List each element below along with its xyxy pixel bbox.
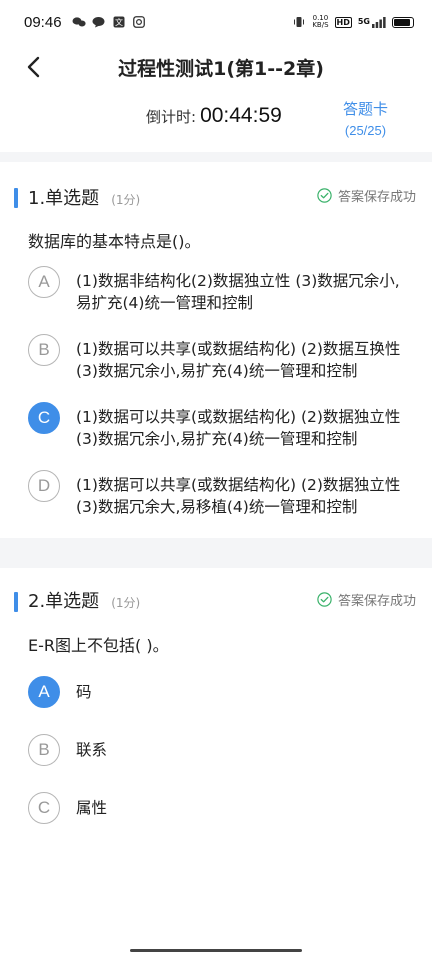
status-left: 09:46 文 bbox=[24, 14, 146, 31]
save-status: 答案保存成功 bbox=[317, 186, 416, 205]
save-status-text: 答案保存成功 bbox=[337, 594, 416, 609]
question-score: (1分) bbox=[111, 192, 141, 207]
chevron-left-icon bbox=[27, 56, 40, 78]
option-b[interactable]: B 联系 bbox=[28, 734, 412, 766]
question-stem: E-R图上不包括( )。 bbox=[28, 636, 169, 655]
status-bar: 09:46 文 0.10 KB/S HD 5G bbox=[0, 0, 432, 44]
question-card: 1.单选题 (1分) 答案保存成功 数据库的基本特点是()。 A (1)数据非结… bbox=[0, 162, 432, 518]
timer-label: 倒计时: bbox=[146, 108, 197, 126]
check-circle-icon bbox=[317, 188, 332, 203]
option-b[interactable]: B (1)数据可以共享(或数据结构化) (2)数据互换性(3)数据冗余小,易扩充… bbox=[28, 334, 412, 382]
question-number-type: 1.单选题 bbox=[28, 188, 100, 209]
save-status: 答案保存成功 bbox=[317, 590, 416, 609]
option-c[interactable]: C (1)数据可以共享(或数据结构化) (2)数据独立性 (3)数据冗余小,易扩… bbox=[28, 402, 412, 450]
timer-value: 00:44:59 bbox=[200, 104, 282, 127]
answer-card-button[interactable]: 答题卡 (25/25) bbox=[343, 98, 388, 138]
chat-bubbles-icon bbox=[72, 16, 86, 28]
signal-icon: 5G bbox=[357, 16, 386, 28]
option-list: A (1)数据非结构化(2)数据独立性 (3)数据冗余小,易扩充(4)统一管理和… bbox=[0, 252, 432, 518]
page-title: 过程性测试1(第1--2章) bbox=[118, 57, 324, 80]
network-speed: 0.10 KB/S bbox=[312, 15, 328, 29]
home-indicator[interactable] bbox=[130, 949, 302, 952]
answer-card-label: 答题卡 bbox=[342, 100, 388, 118]
status-time: 09:46 bbox=[24, 13, 62, 31]
network-speed-unit: KB/S bbox=[312, 21, 329, 29]
option-letter: D bbox=[28, 470, 60, 502]
timer-row: 倒计时: 00:44:59 答题卡 (25/25) bbox=[0, 90, 432, 152]
check-circle-icon bbox=[317, 592, 332, 607]
option-letter-selected: A bbox=[28, 676, 60, 708]
option-letter: B bbox=[28, 334, 60, 366]
section-divider bbox=[0, 152, 432, 162]
camera-app-icon bbox=[132, 16, 146, 28]
option-a[interactable]: A (1)数据非结构化(2)数据独立性 (3)数据冗余小,易扩充(4)统一管理和… bbox=[28, 266, 412, 314]
option-letter: B bbox=[28, 734, 60, 766]
option-text: (1)数据可以共享(或数据结构化) (2)数据独立性(3)数据冗余大,易移植(4… bbox=[76, 476, 401, 516]
question-number-type: 2.单选题 bbox=[28, 591, 100, 612]
option-text: (1)数据可以共享(或数据结构化) (2)数据独立性 (3)数据冗余小,易扩充(… bbox=[76, 408, 401, 448]
option-letter: C bbox=[28, 792, 60, 824]
option-letter-selected: C bbox=[28, 402, 60, 434]
option-d[interactable]: D (1)数据可以共享(或数据结构化) (2)数据独立性(3)数据冗余大,易移植… bbox=[28, 470, 412, 518]
question-card: 2.单选题 (1分) 答案保存成功 E-R图上不包括( )。 A 码 B 联系 … bbox=[0, 568, 432, 824]
option-text: 码 bbox=[76, 683, 92, 701]
svg-text:文: 文 bbox=[115, 17, 123, 27]
option-c[interactable]: C 属性 bbox=[28, 792, 412, 824]
countdown-timer: 倒计时: 00:44:59 bbox=[146, 104, 282, 128]
option-text: 属性 bbox=[76, 799, 108, 817]
app-notification-icon: 文 bbox=[112, 16, 126, 28]
battery-icon bbox=[392, 16, 414, 28]
question-accent-bar bbox=[14, 188, 18, 208]
question-header: 2.单选题 (1分) 答案保存成功 bbox=[0, 568, 432, 632]
section-divider bbox=[0, 538, 432, 568]
status-right: 0.10 KB/S HD 5G bbox=[292, 15, 414, 29]
message-icon bbox=[92, 16, 106, 28]
answer-card-progress: (25/25) bbox=[344, 123, 387, 138]
option-letter: A bbox=[28, 266, 60, 298]
option-list: A 码 B 联系 C 属性 bbox=[0, 656, 432, 824]
option-text: 联系 bbox=[76, 741, 108, 759]
option-text: (1)数据非结构化(2)数据独立性 (3)数据冗余小,易扩充(4)统一管理和控制 bbox=[76, 272, 400, 312]
question-accent-bar bbox=[14, 592, 18, 612]
option-a[interactable]: A 码 bbox=[28, 676, 412, 708]
question-header: 1.单选题 (1分) 答案保存成功 bbox=[0, 162, 432, 232]
question-score: (1分) bbox=[111, 595, 141, 610]
save-status-text: 答案保存成功 bbox=[337, 190, 416, 205]
option-text: (1)数据可以共享(或数据结构化) (2)数据互换性(3)数据冗余小,易扩充(4… bbox=[76, 340, 401, 380]
vibrate-icon bbox=[292, 16, 306, 28]
signal-label: 5G bbox=[357, 16, 370, 26]
title-bar: 过程性测试1(第1--2章) bbox=[0, 44, 432, 90]
back-button[interactable] bbox=[18, 52, 48, 82]
hd-badge: HD bbox=[334, 16, 352, 28]
